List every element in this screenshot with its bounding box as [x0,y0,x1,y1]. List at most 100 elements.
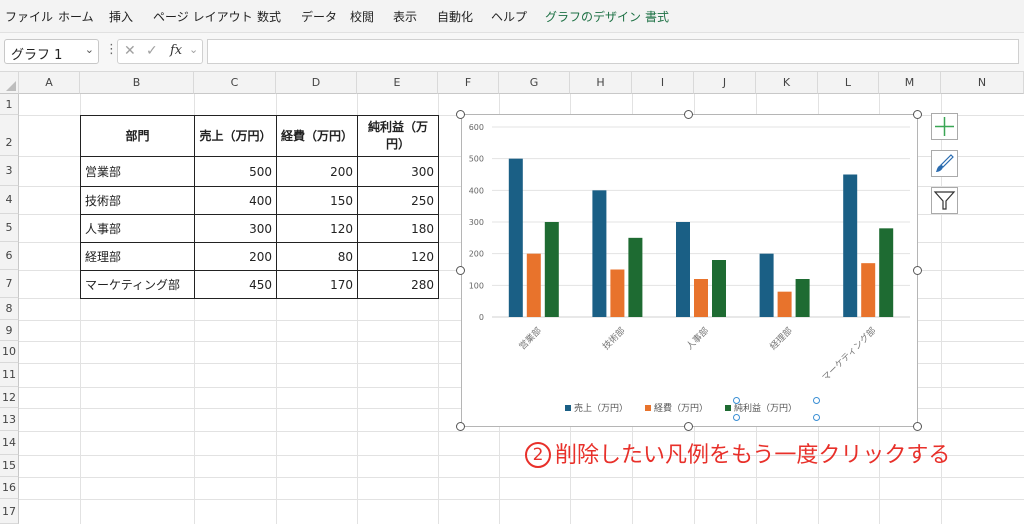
row-header-13[interactable]: 13 [0,408,19,431]
chart-elements-button[interactable] [931,113,958,140]
enter-icon[interactable]: ✓ [146,43,158,59]
table-cell[interactable]: 300 [357,156,439,187]
column-header-n[interactable]: N [941,72,1024,94]
row-header-2[interactable]: 2 [0,115,19,156]
column-header-m[interactable]: M [879,72,941,94]
table-cell[interactable]: 経理部 [80,242,195,271]
row-header-8[interactable]: 8 [0,298,19,320]
legend-entry: 純利益（万円） [734,402,797,414]
tab-file[interactable]: ファイル [5,8,53,25]
tab-page-layout[interactable]: ページ レイアウト [153,8,253,25]
bar-2-1 [526,253,541,317]
column-header-h[interactable]: H [570,72,632,94]
name-box[interactable]: グラフ 1 ⌄ [4,39,99,64]
table-cell[interactable]: 500 [194,156,277,187]
tab-view[interactable]: 表示 [393,8,417,25]
chart-filters-button[interactable] [931,187,958,214]
row-header-7[interactable]: 7 [0,270,19,298]
formula-input[interactable] [207,39,1019,64]
column-header-b[interactable]: B [80,72,194,94]
tab-format[interactable]: 書式 [645,8,669,25]
tab-chart-design[interactable]: グラフのデザイン [545,8,641,25]
chart-styles-button[interactable] [931,150,958,177]
row-header-6[interactable]: 6 [0,242,19,270]
table-cell[interactable]: 170 [276,270,358,299]
x-tick-label: 技術部 [600,325,628,353]
row-header-4[interactable]: 4 [0,186,19,214]
table-cell[interactable]: 技術部 [80,186,195,215]
row-header-1[interactable]: 1 [0,94,19,115]
row-header-15[interactable]: 15 [0,455,19,477]
column-header-i[interactable]: I [632,72,694,94]
resize-handle[interactable] [456,110,465,119]
table-cell[interactable]: 120 [357,242,439,271]
table-cell[interactable]: 150 [276,186,358,215]
table-cell[interactable]: 人事部 [80,214,195,243]
row-header-5[interactable]: 5 [0,214,19,242]
table-header-cell[interactable]: 純利益（万円） [357,115,439,157]
column-header-d[interactable]: D [276,72,357,94]
x-tick-label: マーケティング部 [819,325,878,384]
resize-handle[interactable] [913,422,922,431]
column-header-c[interactable]: C [194,72,276,94]
row-header-12[interactable]: 12 [0,387,19,408]
column-header-l[interactable]: L [818,72,879,94]
table-cell[interactable]: 200 [276,156,358,187]
resize-handle[interactable] [913,110,922,119]
resize-handle[interactable] [684,110,693,119]
table-cell[interactable]: 450 [194,270,277,299]
table-cell[interactable]: 120 [276,214,358,243]
table-cell[interactable]: 200 [194,242,277,271]
column-header-j[interactable]: J [694,72,756,94]
row-header-16[interactable]: 16 [0,477,19,499]
tab-formulas[interactable]: 数式 [257,8,281,25]
name-box-value: グラフ 1 [11,48,63,63]
cancel-icon[interactable]: ✕ [124,43,136,59]
resize-handle[interactable] [456,422,465,431]
resize-handle[interactable] [913,266,922,275]
table-cell[interactable]: 280 [357,270,439,299]
select-all-corner[interactable] [0,72,19,94]
column-header-a[interactable]: A [19,72,80,94]
bar-1-5 [843,174,858,317]
row-header-11[interactable]: 11 [0,363,19,387]
chart[interactable]: 0 100 200 300 400 500 600 営業部 技術部 人事部 経理部 マーケティング部売… [461,114,918,427]
row-header-3[interactable]: 3 [0,156,19,186]
table-cell[interactable]: 営業部 [80,156,195,187]
table-cell[interactable]: 400 [194,186,277,215]
legend-entry-handle[interactable] [733,414,740,421]
column-header-k[interactable]: K [756,72,818,94]
tab-review[interactable]: 校閲 [350,8,374,25]
resize-handle[interactable] [684,422,693,431]
tab-automate[interactable]: 自動化 [437,8,473,25]
row-header-17[interactable]: 17 [0,499,19,524]
legend-entry-handle[interactable] [813,397,820,404]
y-tick-label: 400 [469,186,484,195]
insert-function-icon[interactable]: fx [170,43,182,58]
table-header-cell[interactable]: 経費（万円） [276,115,358,157]
table-cell[interactable]: 180 [357,214,439,243]
tab-home[interactable]: ホーム [58,8,94,25]
chart-elements-icon [935,117,954,136]
chevron-down-icon[interactable]: ⌄ [189,43,198,56]
legend-entry-handle[interactable] [813,414,820,421]
table-header-cell[interactable]: 部門 [80,115,195,157]
row-header-14[interactable]: 14 [0,431,19,455]
row-header-10[interactable]: 10 [0,341,19,363]
column-header-e[interactable]: E [357,72,438,94]
table-cell[interactable]: 300 [194,214,277,243]
column-header-g[interactable]: G [499,72,570,94]
tab-insert[interactable]: 挿入 [109,8,133,25]
row-header-9[interactable]: 9 [0,320,19,341]
table-cell[interactable]: 250 [357,186,439,215]
chart-plot[interactable]: 0 100 200 300 400 500 600 営業部 技術部 人事部 経理部 マーケティング部売… [462,115,919,428]
legend-entry-handle[interactable] [733,397,740,404]
table-cell[interactable]: マーケティング部 [80,270,195,299]
table-header-cell[interactable]: 売上（万円） [194,115,277,157]
tab-help[interactable]: ヘルプ [491,8,527,25]
resize-handle[interactable] [456,266,465,275]
chevron-down-icon[interactable]: ⌄ [85,43,94,56]
table-cell[interactable]: 80 [276,242,358,271]
column-header-f[interactable]: F [438,72,499,94]
tab-data[interactable]: データ [301,8,337,25]
